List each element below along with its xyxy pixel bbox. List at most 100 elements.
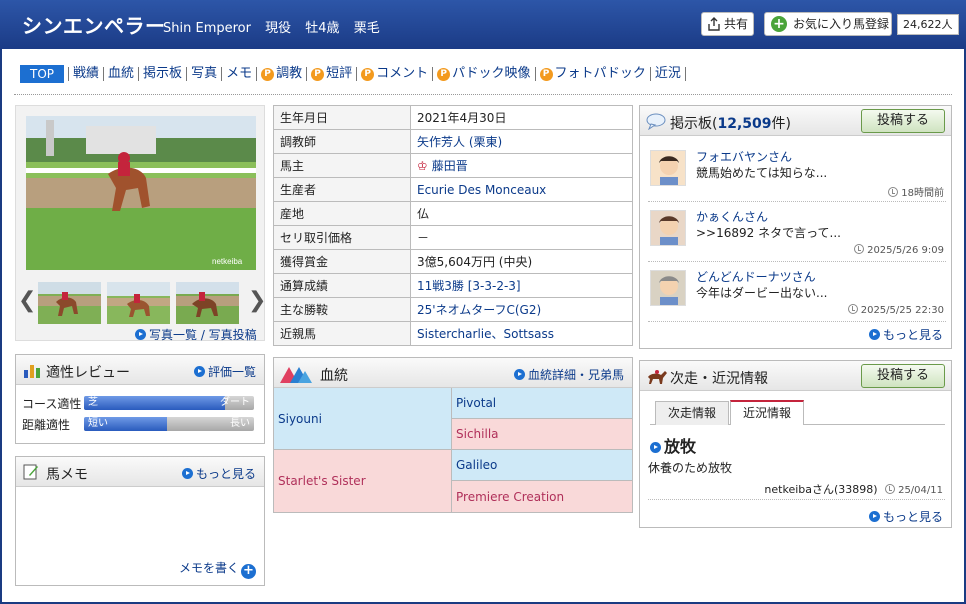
status-date: 25/04/11 xyxy=(898,485,943,496)
chevron-left-icon[interactable]: ❮ xyxy=(18,288,36,313)
post-user[interactable]: かぁくんさん xyxy=(696,208,768,225)
bbs-post[interactable]: かぁくんさん >>16892 ネタで言って... 2025/5/26 9:09 xyxy=(648,204,946,262)
bbs-more-link[interactable]: もっと見る xyxy=(868,326,943,343)
profile-value[interactable]: Ecurie Des Monceaux xyxy=(417,183,546,197)
memo-more-link[interactable]: もっと見る xyxy=(181,465,256,482)
next-race-more-label: もっと見る xyxy=(882,510,943,524)
aptitude-bar: 短い 長い xyxy=(84,417,254,431)
photo-thumbnail[interactable] xyxy=(107,282,170,324)
post-user[interactable]: フォエバヤンさん xyxy=(696,148,792,165)
bbs-count-suffix: 件) xyxy=(771,116,791,132)
pedigree-dam-name: Starlet's Sister xyxy=(278,474,366,488)
plus-pin-icon: + xyxy=(771,16,787,32)
post-user[interactable]: どんどんドーナツさん xyxy=(696,268,816,285)
profile-value[interactable]: 矢作芳人 (栗東) xyxy=(417,135,502,149)
aptitude-bar-fill xyxy=(84,396,226,410)
arrow-circle-icon xyxy=(181,468,193,479)
arrow-circle-icon xyxy=(650,442,661,453)
arrow-circle-icon xyxy=(868,329,880,340)
nav-item[interactable]: P コメント xyxy=(356,67,432,81)
nav-item-label: 短評 xyxy=(326,66,353,81)
horse-profile-table: 生年月日 2021年4月30日 調教師 矢作芳人 (栗東) 馬主 ♔ 藤田晋 生産者 Ecuri… xyxy=(273,105,633,346)
pedigree-sire-sire[interactable]: Pivotal xyxy=(452,388,632,419)
clock-icon xyxy=(888,187,899,197)
chevron-right-icon[interactable]: ❯ xyxy=(248,288,266,313)
profile-row: セリ取引価格 － xyxy=(273,225,633,250)
nav-item[interactable]: 写真 xyxy=(186,67,221,81)
nav-item[interactable]: メモ xyxy=(221,67,256,81)
share-button[interactable]: 共有 xyxy=(701,12,754,36)
arrow-circle-icon xyxy=(135,329,146,340)
pedigree-sire-sire-name: Pivotal xyxy=(456,396,497,410)
pedigree-sire-dam[interactable]: Sichilla xyxy=(452,419,632,450)
clock-icon xyxy=(885,484,896,494)
write-memo-label: メモを書く xyxy=(178,561,239,575)
status-author-name[interactable]: netkeibaさん(33898) xyxy=(764,483,877,496)
profile-value: － xyxy=(417,231,430,245)
write-memo-button[interactable]: メモを書く + xyxy=(179,559,256,579)
horse-meta: Shin Emperor 現役 牡4歳 栗毛 xyxy=(163,17,390,36)
next-race-post-button[interactable]: 投稿する xyxy=(861,364,945,388)
nav-item-label: 血統 xyxy=(108,66,135,81)
nav-item[interactable]: 掲示板 xyxy=(138,67,186,81)
nav-item-label: メモ xyxy=(226,66,253,81)
profile-row: 生年月日 2021年4月30日 xyxy=(273,105,633,130)
bbs-post[interactable]: フォエバヤンさん 競馬始めたては知らな... 18時間前 xyxy=(648,144,946,202)
photo-thumbnail[interactable] xyxy=(176,282,239,324)
nav-item[interactable]: 血統 xyxy=(103,67,138,81)
aptitude-left-label: 芝 xyxy=(88,397,98,408)
horse-english-name: Shin Emperor xyxy=(163,21,251,36)
tab-top[interactable]: TOP xyxy=(20,65,65,83)
profile-value-cell: 25'ネオムターフC(G2) xyxy=(410,297,633,322)
nav-item-label: 調教 xyxy=(276,66,303,81)
horse-name: シンエンペラー xyxy=(22,14,166,38)
photo-list-link[interactable]: 写真一覧 / 写真投稿 xyxy=(135,326,257,343)
pedigree-dam-dam[interactable]: Premiere Creation xyxy=(452,481,632,512)
avatar xyxy=(650,270,686,306)
tab-next-race-info[interactable]: 次走情報 xyxy=(655,401,729,425)
pedigree-dam-sire[interactable]: Galileo xyxy=(452,450,632,481)
arrow-circle-icon xyxy=(868,511,880,522)
horse-nav: TOP 戦績 血統 掲示板 写真 メモ P 調教 P 短評 P コメント P パドック映像 P フォトパドッ… xyxy=(20,64,686,84)
profile-value[interactable]: 25'ネオムターフC(G2) xyxy=(417,303,541,317)
tab-recent-info[interactable]: 近況情報 xyxy=(730,400,804,425)
main-photo[interactable]: netkeiba xyxy=(26,116,256,270)
profile-key: 近親馬 xyxy=(273,321,411,346)
memo-pencil-icon xyxy=(23,464,38,480)
favorite-label: お気に入り馬登録 xyxy=(793,17,890,31)
photo-thumbnail[interactable] xyxy=(38,282,101,324)
share-icon xyxy=(708,17,720,31)
rating-list-link[interactable]: 評価一覧 xyxy=(193,363,256,380)
pedigree-detail-link[interactable]: 血統詳細・兄弟馬 xyxy=(513,366,624,383)
next-race-more-link[interactable]: もっと見る xyxy=(868,508,943,525)
next-race-header: 次走・近況情報 投稿する xyxy=(640,361,951,391)
avatar xyxy=(650,150,686,186)
nav-item[interactable]: P 調教 xyxy=(256,67,306,81)
profile-value-cell: 2021年4月30日 xyxy=(410,105,633,130)
nav-item[interactable]: P パドック映像 xyxy=(432,67,534,81)
nav-item[interactable]: P 短評 xyxy=(306,67,356,81)
pedigree-sire[interactable]: Siyouni xyxy=(274,388,452,450)
clock-icon xyxy=(854,244,865,254)
bbs-count: 12,509 xyxy=(717,116,772,132)
nav-item[interactable]: 戦績 xyxy=(68,67,103,81)
bbs-more-label: もっと見る xyxy=(882,328,943,342)
nav-item[interactable]: P フォトパドック xyxy=(534,67,650,81)
profile-value[interactable]: Sistercharlie、Sottsass xyxy=(417,327,554,341)
bbs-post[interactable]: どんどんドーナツさん 今年はダービー出ない... 2025/5/25 22:30 xyxy=(648,264,946,322)
profile-value-cell: 11戦3勝 [3-3-2-3] xyxy=(410,273,633,298)
profile-value[interactable]: 藤田晋 xyxy=(432,159,468,173)
photo-watermark: netkeiba xyxy=(212,257,243,266)
pedigree-dam[interactable]: Starlet's Sister xyxy=(274,450,452,512)
status-divider xyxy=(648,499,945,500)
status-heading: 放牧 xyxy=(650,433,696,457)
speech-bubble-icon xyxy=(646,113,666,130)
profile-value: 3億5,604万円 (中央) xyxy=(417,255,533,269)
profile-value[interactable]: 11戦3勝 [3-3-2-3] xyxy=(417,279,521,293)
premium-icon: P xyxy=(361,68,375,81)
bbs-post-button[interactable]: 投稿する xyxy=(861,109,945,133)
nav-item[interactable]: 近況 xyxy=(649,67,686,81)
pedigree-icon xyxy=(280,367,312,383)
add-favorite-button[interactable]: + お気に入り馬登録 xyxy=(764,12,892,36)
profile-row: 調教師 矢作芳人 (栗東) xyxy=(273,129,633,154)
